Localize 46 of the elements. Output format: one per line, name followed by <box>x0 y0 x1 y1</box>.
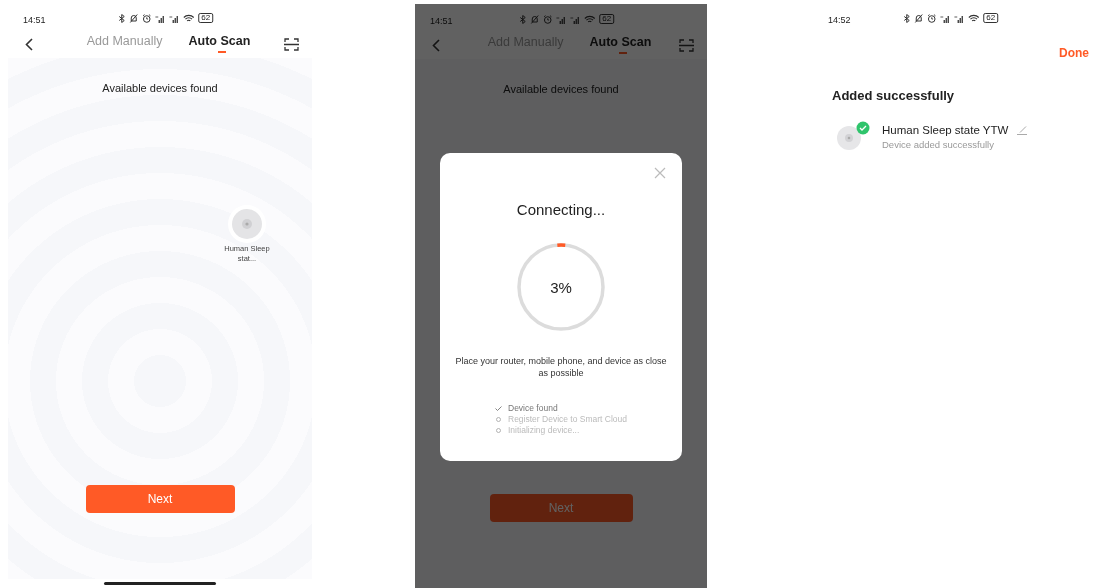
status-time: 14:52 <box>828 15 851 25</box>
signal-icon <box>940 13 951 23</box>
close-icon[interactable] <box>654 167 666 179</box>
bell-off-icon <box>914 13 924 23</box>
signal-icon <box>556 14 567 24</box>
signal-icon <box>570 14 581 24</box>
tab[interactable]: Auto Scan <box>188 34 251 54</box>
wifi-icon <box>968 13 980 23</box>
signal-icon <box>155 13 166 23</box>
dialog-message: Place your router, mobile phone, and device as close as possible <box>454 355 668 379</box>
wifi-icon <box>584 14 596 24</box>
alarm-icon <box>543 14 553 24</box>
back-icon[interactable] <box>25 37 33 51</box>
bluetooth-icon <box>903 13 911 23</box>
dialog-title: Connecting... <box>516 201 606 218</box>
status-time: 14:51 <box>23 15 46 25</box>
step-label: Register Device to Smart Cloud <box>508 414 628 425</box>
device-icon <box>836 121 870 151</box>
section-heading: Available devices found <box>102 82 218 94</box>
bell-off-icon <box>129 13 139 23</box>
next-button[interactable]: Next <box>85 485 235 513</box>
alarm-icon <box>142 13 152 23</box>
bluetooth-icon <box>118 13 126 23</box>
bell-off-icon <box>530 14 540 24</box>
step-label: Device found <box>508 403 558 414</box>
pencil-icon[interactable] <box>1016 125 1029 135</box>
next-button[interactable]: Next <box>489 494 633 522</box>
tab[interactable]: Add Manually <box>86 34 163 54</box>
done-link[interactable]: Done <box>1059 46 1089 66</box>
device-status: Device added successfully <box>882 139 995 150</box>
signal-icon <box>954 13 965 23</box>
scan-frame-icon[interactable] <box>284 37 299 51</box>
section-heading: Available devices found <box>503 83 619 95</box>
battery-level: 62 <box>599 14 615 24</box>
bluetooth-icon <box>519 14 527 24</box>
alarm-icon <box>927 13 937 23</box>
section-heading: Added successfully <box>832 88 956 103</box>
status-time: 14:51 <box>430 16 453 26</box>
device-name: Human Sleep state YTW <box>882 124 1009 136</box>
step-label: Initializing device... <box>508 425 580 436</box>
signal-icon <box>169 13 180 23</box>
wifi-icon <box>183 13 195 23</box>
battery-level: 62 <box>198 13 214 23</box>
tab[interactable]: Auto Scan <box>589 35 652 55</box>
progress-reading: 3% <box>550 278 572 296</box>
battery-level: 62 <box>983 13 999 23</box>
